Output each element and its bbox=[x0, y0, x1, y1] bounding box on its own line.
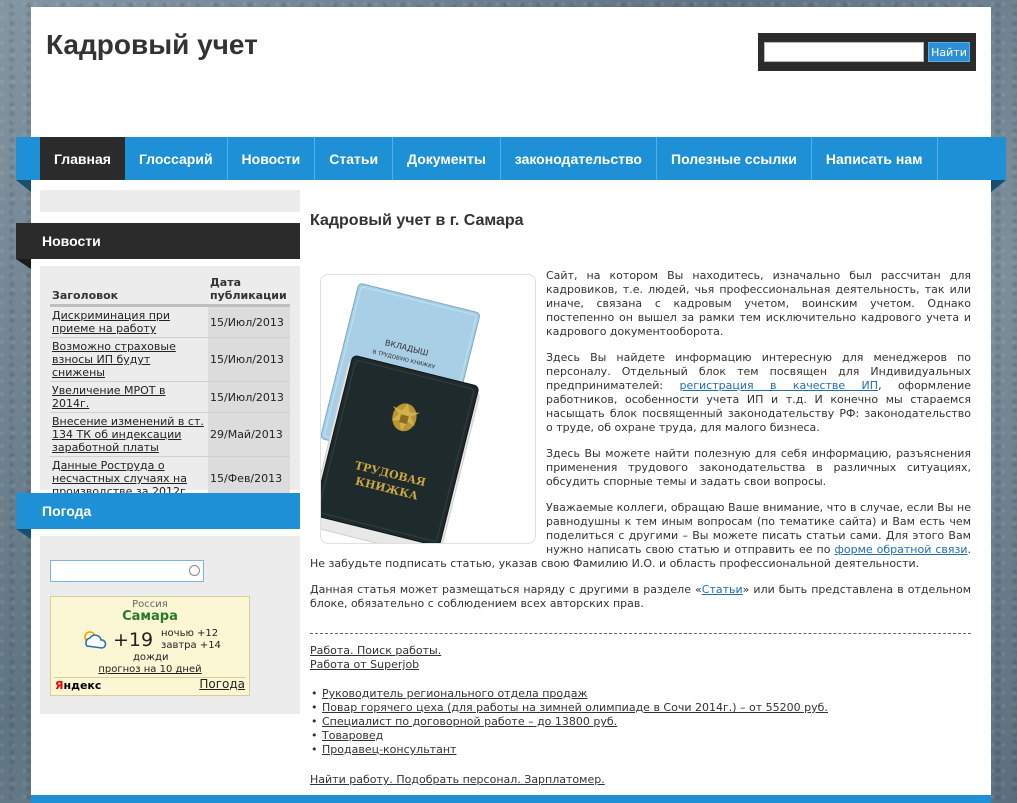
news-row: Увеличение МРОТ в 2014г. 15/Июл/2013 bbox=[50, 381, 290, 413]
news-row: Дискриминация при приеме на работу 15/Июл… bbox=[50, 305, 290, 338]
news-header-fold bbox=[16, 259, 31, 269]
feedback-form-link[interactable]: форме обратной связи bbox=[834, 543, 967, 556]
sidebar-top-bar bbox=[40, 190, 300, 212]
nav-item-0[interactable]: Главная bbox=[40, 137, 125, 180]
articles-section-link[interactable]: Статьи bbox=[702, 583, 743, 596]
weather-description: дожди bbox=[133, 652, 169, 663]
vacancy-item: Товаровед bbox=[311, 729, 828, 743]
page-container: Кадровый учет Найти Заголовок Дата публи… bbox=[31, 7, 991, 803]
nav-item-2[interactable]: Новости bbox=[228, 137, 316, 180]
article-body: Сайт, на котором Вы находитесь, изначаль… bbox=[310, 269, 971, 623]
weather-header-fold bbox=[16, 529, 31, 539]
weather-brand-link[interactable]: Погода bbox=[199, 677, 245, 691]
news-table: Заголовок Дата публикации Дискриминация … bbox=[50, 274, 290, 501]
nav-item-4[interactable]: Документы bbox=[393, 137, 501, 180]
weather-forecast-link[interactable]: прогноз на 10 дней bbox=[51, 664, 249, 675]
weather-city: Самара bbox=[122, 609, 178, 624]
salary-link[interactable]: Найти работу. Подобрать персонал. Зарпла… bbox=[310, 773, 605, 786]
news-date: 15/Июл/2013 bbox=[208, 305, 290, 338]
yandex-logo-text: ндекс bbox=[63, 679, 102, 692]
vacancy-link[interactable]: Повар горячего цеха (для работы на зимне… bbox=[322, 701, 828, 714]
vacancy-link[interactable]: Специалист по договорной работе – до 138… bbox=[322, 715, 617, 728]
search-input[interactable] bbox=[764, 42, 924, 62]
news-date: 29/Май/2013 bbox=[208, 412, 290, 457]
weather-temperature: +19 bbox=[113, 629, 154, 651]
vacancy-item: Специалист по договорной работе – до 138… bbox=[311, 715, 828, 729]
nav-item-3[interactable]: Статьи bbox=[315, 137, 394, 180]
vacancy-item: Руководитель регионального отдела продаж bbox=[311, 687, 828, 701]
article-paragraph: Данная статья может размещаться наряду с… bbox=[310, 583, 971, 610]
vacancy-link[interactable]: Товаровед bbox=[322, 729, 383, 742]
search-box: Найти bbox=[758, 33, 976, 71]
job-links: Работа. Поиск работы. Работа от Superjob bbox=[310, 644, 441, 672]
news-date: 15/Июл/2013 bbox=[208, 381, 290, 413]
vacancy-item: Повар горячего цеха (для работы на зимне… bbox=[311, 701, 828, 715]
nav-item-5[interactable]: законодательство bbox=[501, 137, 657, 180]
weather-header: Погода bbox=[16, 493, 300, 529]
news-row: Возможно страховые взносы ИП будут сниже… bbox=[50, 337, 290, 382]
news-col-title: Заголовок bbox=[50, 274, 208, 307]
job-search-link[interactable]: Работа. Поиск работы. bbox=[310, 644, 441, 657]
news-title-link[interactable]: Возможно страховые взносы ИП будут сниже… bbox=[52, 340, 176, 379]
superjob-link[interactable]: Работа от Superjob bbox=[310, 658, 419, 671]
main-nav: Главная Глоссарий Новости Статьи Документы за… bbox=[16, 137, 1006, 180]
weather-panel: Россия Самара +19 ночью +12 завтра +14 д… bbox=[40, 536, 300, 714]
main-content: Кадровый учет в г. Самара ВКЛАДЫШ В ТРУД… bbox=[308, 202, 972, 786]
vacancy-link[interactable]: Руководитель регионального отдела продаж bbox=[322, 687, 587, 700]
weather-night: ночью +12 bbox=[161, 628, 219, 639]
nav-fold-left bbox=[16, 180, 31, 192]
vacancy-item: Продавец-консультант bbox=[311, 743, 828, 757]
vacancy-list: Руководитель регионального отдела продаж… bbox=[311, 687, 828, 757]
nav-item-6[interactable]: Полезные ссылки bbox=[657, 137, 812, 180]
weather-tomorrow: завтра +14 bbox=[161, 640, 221, 651]
weather-search-input[interactable] bbox=[50, 560, 204, 582]
nav-item-7[interactable]: Написать нам bbox=[812, 137, 938, 180]
news-row: Внесение изменений в ст. 134 ТК об индек… bbox=[50, 412, 290, 457]
section-divider bbox=[310, 633, 971, 634]
news-col-date: Дата публикации bbox=[208, 274, 290, 307]
nav-fold-right bbox=[991, 180, 1006, 192]
news-title-link[interactable]: Внесение изменений в ст. 134 ТК об индек… bbox=[52, 415, 204, 454]
news-panel: Заголовок Дата публикации Дискриминация … bbox=[40, 266, 300, 501]
search-icon[interactable] bbox=[189, 565, 200, 576]
register-ip-link[interactable]: регистрация в качестве ИП bbox=[679, 379, 878, 392]
article-title: Кадровый учет в г. Самара bbox=[310, 212, 524, 229]
search-button[interactable]: Найти bbox=[928, 42, 970, 62]
news-title-link[interactable]: Дискриминация при приеме на работу bbox=[52, 309, 170, 335]
yandex-logo[interactable]: Яндекс bbox=[55, 679, 101, 692]
news-header: Новости bbox=[16, 223, 300, 259]
nav-item-1[interactable]: Глоссарий bbox=[125, 137, 228, 180]
cloud-rain-icon bbox=[84, 631, 107, 649]
footer-bar bbox=[31, 795, 991, 803]
news-title-link[interactable]: Увеличение МРОТ в 2014г. bbox=[52, 384, 166, 410]
news-date: 15/Июл/2013 bbox=[208, 337, 290, 382]
site-title[interactable]: Кадровый учет bbox=[46, 29, 258, 61]
vacancy-link[interactable]: Продавец-консультант bbox=[322, 743, 456, 756]
weather-widget[interactable]: Россия Самара +19 ночью +12 завтра +14 д… bbox=[50, 596, 250, 696]
